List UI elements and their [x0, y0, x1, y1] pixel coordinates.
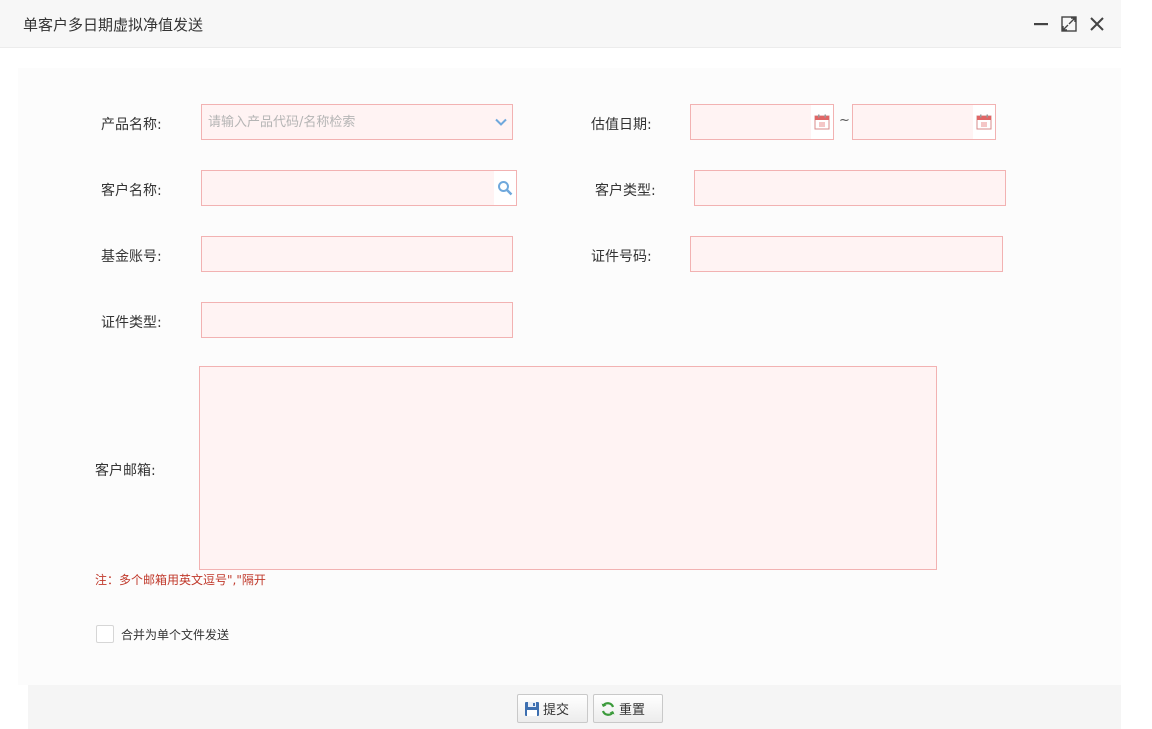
date-range-separator: ~	[839, 113, 850, 128]
chevron-down-icon[interactable]	[490, 105, 512, 139]
customer-name-label: 客户名称:	[101, 183, 162, 199]
fund-account-input[interactable]	[202, 237, 512, 271]
merge-file-label[interactable]: 合并为单个文件发送	[121, 626, 229, 643]
customer-type-field[interactable]	[694, 170, 1006, 206]
id-number-input[interactable]	[691, 237, 1002, 271]
submit-button[interactable]: 提交	[517, 694, 588, 723]
fund-account-field[interactable]	[201, 236, 513, 272]
dialog-window: 单客户多日期虚拟净值发送 产品名称: 估值日期:	[0, 0, 1121, 729]
customer-name-input[interactable]	[202, 171, 516, 205]
close-icon[interactable]	[1087, 14, 1107, 34]
customer-name-field[interactable]	[201, 170, 517, 206]
id-number-field[interactable]	[690, 236, 1003, 272]
merge-file-checkbox[interactable]	[96, 625, 114, 643]
calendar-icon[interactable]	[973, 105, 995, 139]
reset-button[interactable]: 重置	[593, 694, 663, 723]
id-type-input[interactable]	[202, 303, 512, 337]
reset-button-label: 重置	[619, 703, 646, 718]
valuation-date-label: 估值日期:	[591, 117, 652, 133]
customer-type-label: 客户类型:	[595, 183, 656, 199]
submit-button-label: 提交	[543, 703, 570, 718]
id-type-field[interactable]	[201, 302, 513, 338]
product-name-select[interactable]	[201, 104, 513, 140]
email-note: 注：多个邮箱用英文逗号","隔开	[95, 573, 266, 587]
valuation-date-end-field[interactable]	[852, 104, 996, 140]
refresh-icon	[601, 701, 615, 716]
calendar-icon[interactable]	[811, 105, 833, 139]
id-number-label: 证件号码:	[591, 249, 652, 265]
product-name-label: 产品名称:	[101, 117, 162, 133]
id-type-label: 证件类型:	[101, 315, 162, 331]
maximize-icon[interactable]	[1059, 14, 1079, 34]
customer-email-textarea[interactable]	[199, 366, 937, 570]
search-icon[interactable]	[494, 171, 516, 205]
minimize-icon[interactable]	[1031, 14, 1051, 34]
product-name-input[interactable]	[202, 105, 512, 139]
customer-email-label: 客户邮箱:	[95, 463, 156, 479]
customer-type-input[interactable]	[695, 171, 1005, 205]
save-icon	[525, 701, 539, 716]
valuation-date-start-field[interactable]	[690, 104, 834, 140]
dialog-title: 单客户多日期虚拟净值发送	[23, 16, 204, 34]
fund-account-label: 基金账号:	[101, 249, 162, 265]
dialog-titlebar: 单客户多日期虚拟净值发送	[0, 0, 1121, 48]
